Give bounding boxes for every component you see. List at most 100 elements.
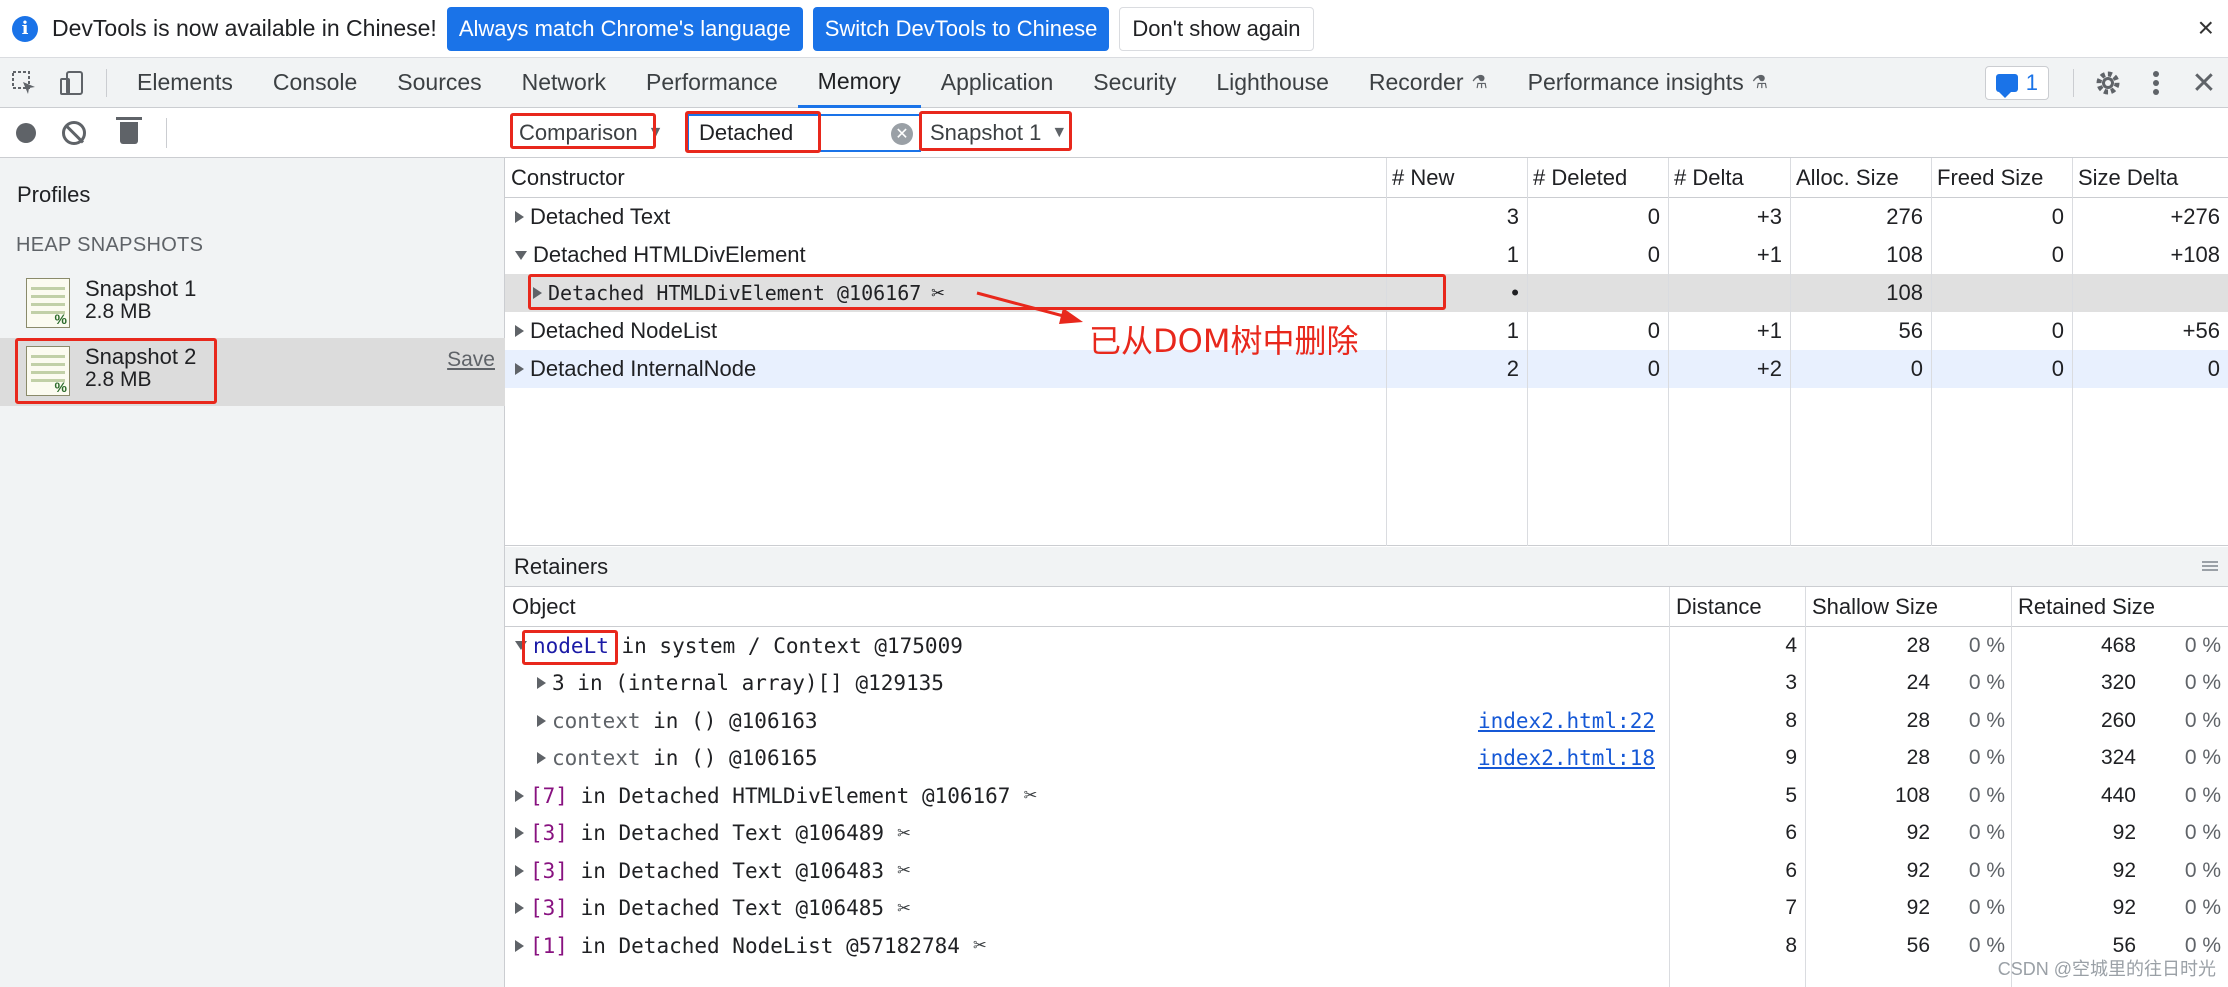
device-icon[interactable] — [48, 58, 96, 108]
snapshot-1-item[interactable]: Snapshot 1 2.8 MB — [0, 270, 505, 338]
tab-network[interactable]: Network — [502, 58, 626, 108]
expand-icon[interactable] — [515, 789, 524, 802]
issues-icon — [1995, 74, 2018, 98]
col-object[interactable]: Object — [505, 587, 1669, 627]
column-divider — [2011, 587, 2012, 987]
retainer-row[interactable]: 3 in (internal array)[] @129135 3 24 0 % 320… — [505, 665, 2228, 703]
distance-cell: 6 — [1785, 858, 1797, 882]
object-cell: [3] in Detached Text @106489 ✂ — [515, 815, 1655, 853]
table-row[interactable]: Detached HTMLDivElement 1 0 +1 108 0 +10… — [505, 236, 2228, 274]
col-constructor[interactable]: Constructor — [505, 158, 1386, 198]
col-retained-size[interactable]: Retained Size — [2011, 587, 2228, 627]
retainer-key: [3] — [530, 821, 568, 846]
kebab-icon[interactable] — [2132, 58, 2180, 108]
switch-to-chinese-button[interactable]: Switch DevTools to Chinese — [812, 6, 1110, 51]
snapshot-icon — [26, 346, 70, 396]
snapshot-2-item[interactable]: Snapshot 2 2.8 MB Save — [0, 338, 505, 406]
close-icon[interactable]: × — [2198, 12, 2214, 44]
expand-icon[interactable] — [515, 864, 524, 877]
col-delta[interactable]: # Delta — [1668, 158, 1790, 198]
inspect-icon[interactable] — [0, 58, 48, 108]
col-distance[interactable]: Distance — [1669, 587, 1805, 627]
heap-snapshots-heading: HEAP SNAPSHOTS — [16, 234, 204, 256]
tab-recorder[interactable]: Recorder ⚗ — [1349, 58, 1508, 108]
source-link[interactable]: index2.html:22 — [1405, 702, 1655, 740]
tab-lighthouse[interactable]: Lighthouse — [1196, 58, 1349, 108]
view-select[interactable]: Comparison ▼ — [519, 115, 663, 151]
retainer-row[interactable]: [1] in Detached NodeList @57182784 ✂ 8 56 0… — [505, 927, 2228, 965]
new-cell: 3 — [1506, 204, 1519, 229]
class-filter-input[interactable]: Detached ✕ — [687, 114, 921, 152]
constructor-cell: Detached HTMLDivElement — [515, 236, 1375, 274]
table-row[interactable]: Detached InternalNode 2 0 +2 0 0 0 — [505, 350, 2228, 388]
source-link[interactable]: index2.html:18 — [1405, 740, 1655, 778]
gear-icon[interactable] — [2084, 58, 2132, 108]
expand-icon[interactable] — [537, 677, 546, 690]
retained-pct-cell: 0 % — [2184, 633, 2221, 657]
retainer-row[interactable]: [3] in Detached Text @106489 ✂ 6 92 0 % 92 0 … — [505, 815, 2228, 853]
resize-grip-icon[interactable] — [2202, 561, 2218, 571]
retainer-row[interactable]: nodeLt in system / Context @175009 4 28 0 %… — [505, 627, 2228, 665]
col-freed-size[interactable]: Freed Size — [1931, 158, 2072, 198]
expand-icon[interactable] — [515, 939, 524, 952]
close-devtools-icon[interactable]: ✕ — [2180, 58, 2228, 108]
retainer-row[interactable]: [3] in Detached Text @106485 ✂ 7 92 0 % 92 0 … — [505, 890, 2228, 928]
retainer-description: in Detached HTMLDivElement @106167 — [567, 783, 1011, 808]
deleted-cell: 0 — [1647, 356, 1660, 381]
col-shallow-size[interactable]: Shallow Size — [1805, 587, 2011, 627]
expand-icon[interactable] — [515, 363, 524, 375]
expand-icon[interactable] — [515, 325, 524, 337]
collapse-icon[interactable] — [515, 250, 527, 260]
tab-application[interactable]: Application — [921, 58, 1074, 108]
record-icon[interactable] — [16, 122, 36, 143]
toolbar-divider — [106, 68, 107, 97]
col-alloc-size[interactable]: Alloc. Size — [1790, 158, 1931, 198]
flask-icon: ⚗ — [1751, 72, 1768, 92]
dont-show-again-button[interactable]: Don't show again — [1119, 6, 1314, 51]
retainers-title: Retainers — [505, 547, 2228, 587]
expand-icon[interactable] — [537, 752, 546, 765]
distance-cell: 5 — [1785, 783, 1797, 807]
table-row[interactable]: Detached NodeList 1 0 +1 56 0 +56 — [505, 312, 2228, 350]
freed-cell: 0 — [2051, 318, 2064, 343]
collapse-icon[interactable] — [515, 641, 527, 651]
freed-cell: 0 — [2051, 242, 2064, 267]
match-language-button[interactable]: Always match Chrome's language — [446, 6, 803, 51]
deleted-cell: 0 — [1647, 318, 1660, 343]
column-divider — [1931, 158, 1932, 546]
col-deleted[interactable]: # Deleted — [1527, 158, 1668, 198]
retainer-row[interactable]: [3] in Detached Text @106483 ✂ 6 92 0 % 92 0 … — [505, 852, 2228, 890]
table-row-selected[interactable]: Detached HTMLDivElement @106167 ✂ • 108 — [505, 274, 2228, 312]
tab-elements[interactable]: Elements — [117, 58, 253, 108]
retainer-row[interactable]: context in () @106163 index2.html:22 8 28 0 … — [505, 702, 2228, 740]
tab-memory[interactable]: Memory — [797, 58, 921, 108]
shallow-pct-cell: 0 % — [1968, 671, 2005, 695]
column-divider — [1527, 158, 1528, 546]
tab-performance[interactable]: Performance — [626, 58, 798, 108]
info-icon: i — [12, 15, 38, 42]
save-link[interactable]: Save — [447, 348, 495, 372]
expand-icon[interactable] — [537, 714, 546, 727]
shallow-size-cell: 92 — [1906, 858, 1930, 882]
expand-icon[interactable] — [515, 827, 524, 840]
col-size-delta[interactable]: Size Delta — [2072, 158, 2228, 198]
col-new[interactable]: # New — [1386, 158, 1527, 198]
retainer-row[interactable]: context in () @106165 index2.html:18 9 28 0 … — [505, 740, 2228, 778]
tab-performance-insights[interactable]: Performance insights ⚗ — [1508, 58, 1788, 108]
expand-icon[interactable] — [533, 287, 542, 299]
retainer-row[interactable]: [7] in Detached HTMLDivElement @106167 ✂… — [505, 777, 2228, 815]
issues-badge[interactable]: 1 — [1984, 66, 2049, 100]
clear-filter-icon[interactable]: ✕ — [891, 123, 913, 145]
deleted-cell — [1527, 274, 1668, 312]
expand-icon[interactable] — [515, 902, 524, 915]
retained-pct-cell: 0 % — [2184, 746, 2221, 770]
expand-icon[interactable] — [515, 211, 524, 223]
tab-security[interactable]: Security — [1073, 58, 1196, 108]
base-snapshot-select[interactable]: Snapshot 1 ▼ — [930, 115, 1067, 151]
clear-icon[interactable] — [62, 120, 86, 145]
size-delta-cell: +108 — [2170, 242, 2220, 267]
tab-console[interactable]: Console — [253, 58, 377, 108]
table-row[interactable]: Detached Text 3 0 +3 276 0 +276 — [505, 198, 2228, 236]
tab-sources[interactable]: Sources — [377, 58, 501, 108]
trash-icon[interactable] — [116, 116, 142, 144]
